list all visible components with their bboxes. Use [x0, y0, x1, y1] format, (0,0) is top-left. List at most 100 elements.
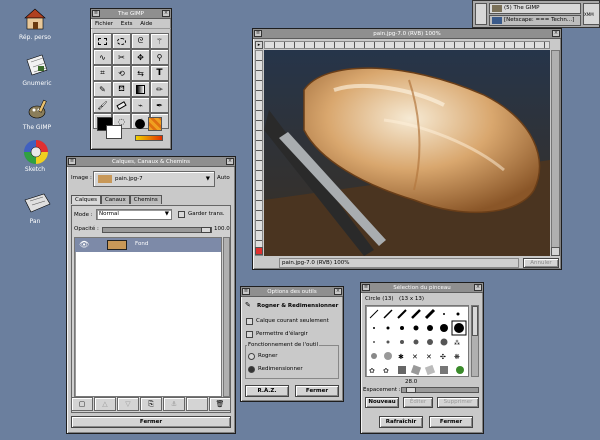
resize-radio[interactable] — [248, 366, 255, 373]
new-layer-icon[interactable]: ▢ — [71, 397, 93, 411]
spreadsheet-icon — [24, 52, 50, 78]
crop-icon[interactable]: ⌗ — [93, 65, 112, 81]
mode-select[interactable]: Normal ▼ — [96, 209, 172, 220]
task-netscape[interactable]: [Netscape: === Techn...] — [489, 15, 581, 26]
task-xmms[interactable]: XMM — [583, 3, 600, 25]
desktop-icon-pan[interactable]: Pan — [10, 190, 60, 225]
opacity-slider-handle[interactable] — [201, 227, 211, 233]
airbrush-icon[interactable]: ⌁ — [131, 97, 150, 113]
ellipse-select-icon[interactable] — [112, 33, 131, 49]
ink-icon[interactable]: ✒ — [150, 97, 169, 113]
opacity-slider[interactable] — [102, 227, 212, 233]
bezier-select-icon[interactable]: ∿ — [93, 49, 112, 65]
close-icon[interactable]: × — [552, 30, 560, 37]
dropdown-arrow-icon: ▼ — [164, 211, 169, 217]
desktop-icon-home[interactable]: Rép. perso — [10, 6, 60, 41]
quickmask-icon[interactable] — [255, 247, 263, 255]
lower-layer-icon[interactable]: ▽ — [117, 397, 139, 411]
layer-scrollbar[interactable] — [223, 237, 230, 397]
close-button[interactable]: Fermer — [295, 385, 339, 397]
magnify-icon[interactable]: ⚲ — [150, 49, 169, 65]
layers-panel: Mode : Normal ▼ Garder trans. Opacité : … — [71, 205, 231, 413]
anchor-icon[interactable]: ⚓ — [163, 397, 185, 411]
raise-layer-icon[interactable]: △ — [94, 397, 116, 411]
layer-row[interactable]: 👁 Fond — [75, 238, 221, 252]
edit-brush-button[interactable]: Éditer — [403, 397, 433, 408]
desktop-icon-label: The GIMP — [22, 124, 52, 131]
text-icon[interactable]: T — [150, 65, 169, 81]
image-canvas[interactable] — [264, 50, 550, 256]
auto-button[interactable]: Auto — [217, 175, 230, 181]
new-brush-button[interactable]: Nouveau — [365, 397, 399, 408]
brush-grid[interactable]: ⁂ ✱ ✕ ✕ ✣ ❋ ✿ ✿ — [365, 305, 469, 377]
color-picker-icon[interactable]: ✎ — [93, 81, 112, 97]
task-gimp[interactable]: (5) The GIMP — [489, 3, 581, 14]
spacing-slider-handle[interactable] — [406, 387, 416, 393]
toolbox-titlebar[interactable]: ≡ The GIMP × — [91, 9, 171, 19]
refresh-button[interactable]: Rafraîchir — [379, 416, 423, 428]
close-icon[interactable]: × — [226, 158, 234, 165]
brush-preview-icon[interactable] — [135, 119, 145, 129]
pager-box[interactable] — [475, 3, 487, 25]
desktop-icon-gnumeric[interactable]: Gnumeric — [12, 52, 62, 87]
window-menu-icon[interactable]: ≡ — [68, 158, 76, 165]
delete-brush-button[interactable]: Supprimer — [437, 397, 479, 408]
close-button[interactable]: Fermer — [429, 416, 473, 428]
eye-icon[interactable]: 👁 — [79, 240, 89, 249]
eraser-icon[interactable] — [112, 97, 131, 113]
image-selector[interactable]: pain.jpg-7 ▼ — [93, 171, 215, 187]
close-icon[interactable]: × — [474, 284, 482, 291]
window-menu-icon[interactable]: ≡ — [242, 288, 250, 295]
image-titlebar[interactable]: ≡ pain.jpg-7.0 (RVB) 100% × — [253, 29, 561, 39]
brush-scrollbar[interactable] — [471, 305, 479, 377]
close-icon[interactable]: × — [334, 288, 342, 295]
flip-icon[interactable]: ⇆ — [131, 65, 150, 81]
window-menu-icon[interactable]: ≡ — [362, 284, 370, 291]
pencil-icon[interactable]: ✏ — [150, 81, 169, 97]
spacing-slider[interactable] — [401, 387, 479, 393]
nav-icon[interactable] — [551, 247, 560, 256]
window-menu-icon[interactable]: ≡ — [92, 10, 100, 17]
gimp-icon — [24, 96, 50, 122]
move-icon[interactable]: ✥ — [131, 49, 150, 65]
spacing-value: 28.0 — [405, 379, 418, 385]
pattern-preview-icon[interactable] — [148, 117, 162, 131]
menu-arrow-icon[interactable]: ▸ — [255, 41, 263, 49]
magic-wand-icon[interactable]: ⚚ — [150, 33, 169, 49]
current-layer-checkbox[interactable] — [246, 318, 253, 325]
desktop-icon-sketch[interactable]: Sketch — [10, 138, 60, 173]
lasso-icon[interactable]: ᘓ — [131, 33, 150, 49]
vertical-scrollbar[interactable] — [551, 50, 560, 256]
paintbrush-icon[interactable]: 🖌 — [93, 97, 112, 113]
trash-icon[interactable]: 🗑 — [209, 397, 231, 411]
keep-trans-checkbox[interactable] — [178, 211, 185, 218]
tab-chemins[interactable]: Chemins — [129, 195, 162, 204]
close-icon[interactable]: × — [162, 10, 170, 17]
background-color-swatch[interactable] — [106, 125, 122, 139]
menu-exts[interactable]: Exts — [121, 21, 133, 27]
cancel-button[interactable]: Annuler — [523, 258, 559, 268]
bucket-fill-icon[interactable]: ⛾ — [112, 81, 131, 97]
brush-size: (13 x 13) — [399, 296, 425, 302]
close-button[interactable]: Fermer — [71, 416, 231, 428]
transform-icon[interactable]: ⟲ — [112, 65, 131, 81]
scissors-icon[interactable]: ✂ — [112, 49, 131, 65]
tab-calques[interactable]: Calques — [71, 195, 101, 204]
rect-select-icon[interactable] — [93, 33, 112, 49]
menu-aide[interactable]: Aide — [140, 21, 152, 27]
allow-enlarge-checkbox[interactable] — [246, 331, 253, 338]
brush-titlebar[interactable]: ≡ Sélection du pinceau × — [361, 283, 483, 293]
tool-options-titlebar[interactable]: ≡ Options des outils × — [241, 287, 343, 297]
layers-titlebar[interactable]: ≡ Calques, Canaux & Chemins × — [67, 157, 235, 167]
tab-canaux[interactable]: Canaux — [100, 195, 130, 204]
brush-scroll-thumb[interactable] — [472, 306, 478, 336]
gradient-icon[interactable] — [131, 81, 150, 97]
desktop-icon-gimp[interactable]: The GIMP — [12, 96, 62, 131]
gradient-preview[interactable] — [135, 135, 163, 141]
duplicate-layer-icon[interactable]: ⎘ — [140, 397, 162, 411]
crop-radio[interactable] — [248, 353, 255, 360]
window-menu-icon[interactable]: ≡ — [254, 30, 262, 37]
menu-fichier[interactable]: Fichier — [95, 21, 113, 27]
current-layer-label: Calque courant seulement — [256, 318, 329, 324]
reset-button[interactable]: R.À.Z. — [245, 385, 289, 397]
